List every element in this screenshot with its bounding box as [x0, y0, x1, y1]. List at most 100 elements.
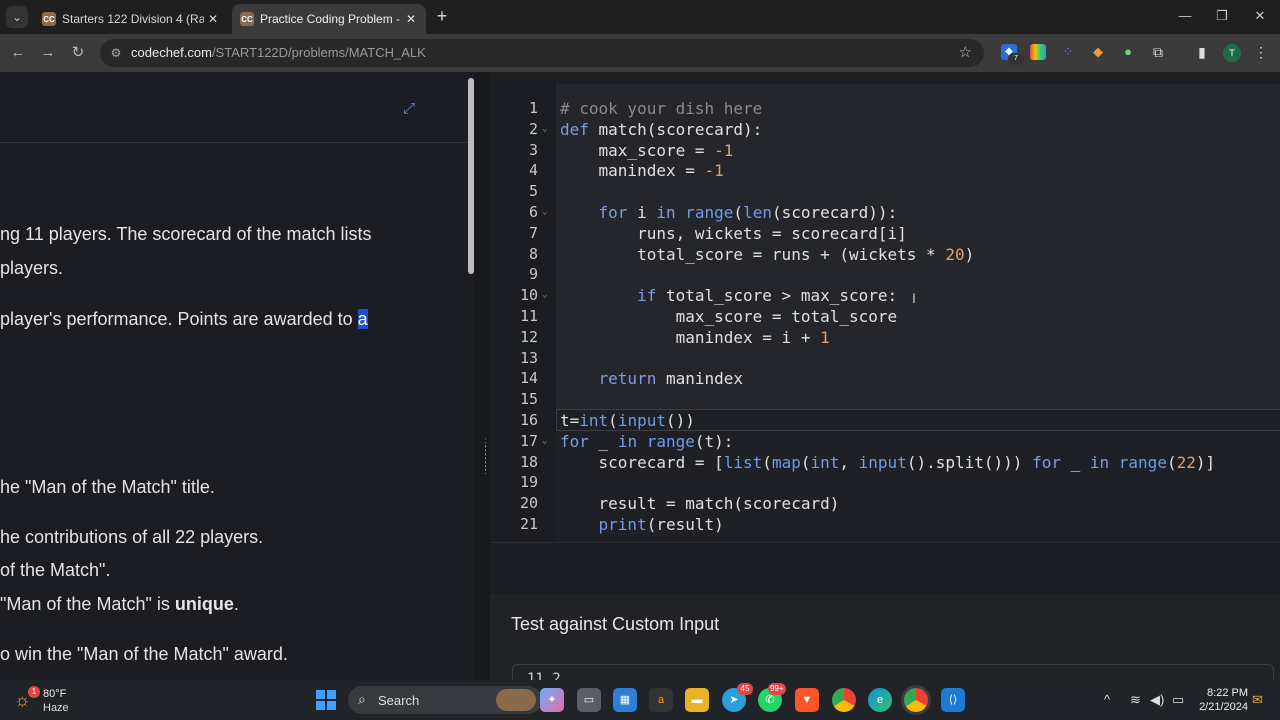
code-line[interactable]: 9	[490, 264, 1280, 285]
codechef-favicon-icon: CC	[42, 12, 56, 26]
code-text[interactable]: for _ in range(t):	[560, 431, 733, 452]
code-text[interactable]: t=int(input())	[560, 410, 695, 431]
line-number: 13	[519, 348, 538, 367]
close-tab-icon[interactable]: ✕	[402, 12, 420, 26]
code-line[interactable]: 6 ⌄ for i in range(len(scorecard)):	[490, 202, 1280, 223]
custom-input-textarea[interactable]: 11 2	[512, 664, 1274, 681]
wifi-icon[interactable]: ≋	[1130, 692, 1141, 708]
fold-chevron-icon[interactable]: ⌄	[542, 285, 552, 306]
code-line[interactable]: 14 return manindex	[490, 368, 1280, 389]
tab-practice-coding-problem[interactable]: CC Practice Coding Problem - CodeChef ✕	[232, 4, 426, 34]
code-editor[interactable]: 1 # cook your dish here 2 ⌄ def match(scorec…	[490, 80, 1280, 542]
code-line[interactable]: 20 result = match(scorecard)	[490, 493, 1280, 514]
code-line[interactable]: 21 print(result)	[490, 514, 1280, 535]
profile-avatar[interactable]: T	[1223, 44, 1241, 62]
volume-icon[interactable]: ◀)	[1150, 692, 1164, 708]
back-arrow-icon[interactable]: ←	[8, 43, 28, 63]
taskbar-clock[interactable]: 8:22 PM 2/21/2024	[1190, 686, 1248, 714]
url-text[interactable]: codechef.com/START122D/problems/MATCH_AL…	[131, 45, 426, 60]
extensions-puzzle-icon[interactable]: ⧉	[1150, 44, 1166, 60]
code-line[interactable]: 5	[490, 181, 1280, 202]
code-text[interactable]: print(result)	[560, 514, 724, 535]
code-line[interactable]: 2 ⌄ def match(scorecard):	[490, 119, 1280, 140]
notification-bell-icon[interactable]: ✉	[1252, 692, 1263, 708]
browser-menu-icon[interactable]: ⋮	[1253, 44, 1269, 60]
code-line[interactable]: 12 manindex = i + 1	[490, 327, 1280, 348]
code-text[interactable]: result = match(scorecard)	[560, 493, 840, 514]
show-hidden-icons-chevron-icon[interactable]: ^	[1104, 692, 1110, 707]
battery-icon[interactable]: ▭	[1172, 692, 1184, 708]
code-text[interactable]: manindex = -1	[560, 160, 724, 181]
code-line[interactable]: 17 ⌄ for _ in range(t):	[490, 431, 1280, 452]
url-host: codechef.com	[131, 45, 212, 60]
code-line[interactable]: 4 manindex = -1	[490, 160, 1280, 181]
edge-icon[interactable]: e	[868, 688, 892, 712]
color-extension-icon[interactable]	[1030, 44, 1046, 60]
code-line[interactable]: 15	[490, 389, 1280, 410]
minimize-window-button[interactable]: —	[1170, 6, 1200, 26]
resize-grip-icon[interactable]: ⋮ ⋮ ⋮ ⋮ ⋮ ⋮ ⋮ ⋮	[481, 438, 490, 480]
microsoft-store-icon[interactable]: ▦	[613, 688, 637, 712]
address-bar[interactable]: ⚙ codechef.com/START122D/problems/MATCH_…	[100, 39, 984, 67]
bookmark-star-icon[interactable]: ☆	[959, 43, 972, 61]
search-label: Search	[378, 693, 420, 708]
copilot-icon[interactable]: ✦	[540, 688, 564, 712]
code-text[interactable]: if total_score > max_score:	[560, 285, 897, 306]
line-number: 21	[519, 515, 538, 533]
code-line[interactable]: 7 runs, wickets = scorecard[i]	[490, 223, 1280, 244]
task-view-icon[interactable]: ▭	[577, 688, 601, 712]
code-text[interactable]: max_score = total_score	[560, 306, 898, 327]
clock-time: 8:22 PM	[1207, 687, 1248, 699]
code-line[interactable]: 11 max_score = total_score	[490, 306, 1280, 327]
forward-arrow-icon[interactable]: →	[38, 43, 58, 63]
leaf-extension-icon[interactable]: ●	[1120, 44, 1136, 60]
code-line[interactable]: 8 total_score = runs + (wickets * 20)	[490, 244, 1280, 265]
fold-chevron-icon[interactable]: ⌄	[542, 202, 552, 223]
line-number: 10	[519, 286, 538, 305]
dots-extension-icon[interactable]: ⁘	[1060, 44, 1076, 60]
site-info-icon[interactable]: ⚙	[108, 45, 124, 61]
metamask-fox-icon[interactable]: ◆	[1090, 44, 1106, 60]
taskbar-search[interactable]: ⌕ Search	[348, 686, 542, 714]
code-line[interactable]: 16 t=int(input())	[490, 410, 1280, 431]
code-text[interactable]: def match(scorecard):	[560, 119, 762, 140]
tab-search-chevron-icon[interactable]: ⌄	[6, 6, 28, 28]
chrome-active-icon[interactable]	[904, 688, 928, 712]
code-text[interactable]: manindex = i + 1	[560, 327, 830, 348]
maximize-window-button[interactable]: ❐	[1207, 6, 1237, 26]
problem-text-line: player's performance. Points are awarded…	[0, 309, 368, 330]
problem-text-bold: unique	[174, 594, 234, 614]
code-text[interactable]: for i in range(len(scorecard)):	[560, 202, 898, 223]
side-panel-icon[interactable]: ▮	[1194, 44, 1210, 60]
code-line[interactable]: 3 max_score = -1	[490, 140, 1280, 161]
code-text[interactable]: # cook your dish here	[560, 98, 762, 119]
code-line[interactable]: 18 scorecard = [list(map(int, input().sp…	[490, 452, 1280, 473]
editor-bottom-bar	[490, 542, 1280, 595]
tab-starters-122[interactable]: CC Starters 122 Division 4 (Rated) ✕	[34, 4, 228, 34]
expand-icon[interactable]: ⤢	[403, 100, 415, 117]
text-cursor-icon: I	[912, 290, 916, 306]
close-window-button[interactable]: ✕	[1245, 6, 1275, 26]
windows-start-icon[interactable]	[316, 690, 336, 710]
brave-icon[interactable]: ▼	[795, 688, 819, 712]
new-tab-button[interactable]: +	[432, 6, 452, 26]
vscode-icon[interactable]: ⟨⟩	[941, 688, 965, 712]
code-line[interactable]: 13	[490, 348, 1280, 369]
code-line[interactable]: 19	[490, 472, 1280, 493]
code-text[interactable]: return manindex	[560, 368, 744, 389]
panel-resize-divider[interactable]	[474, 72, 490, 680]
code-line[interactable]: 10 ⌄ if total_score > max_score:	[490, 285, 1280, 306]
fold-chevron-icon[interactable]: ⌄	[542, 119, 552, 140]
code-text[interactable]: total_score = runs + (wickets * 20)	[560, 244, 974, 265]
extension-badge: 7	[1008, 53, 1024, 65]
fold-chevron-icon[interactable]: ⌄	[542, 431, 552, 452]
reload-icon[interactable]: ↻	[68, 43, 88, 63]
code-text[interactable]: scorecard = [list(map(int, input().split…	[560, 452, 1216, 473]
close-tab-icon[interactable]: ✕	[204, 12, 222, 26]
code-line[interactable]: 1 # cook your dish here	[490, 98, 1280, 119]
code-text[interactable]: runs, wickets = scorecard[i]	[560, 223, 907, 244]
code-text[interactable]: max_score = -1	[560, 140, 734, 161]
amazon-icon[interactable]: a	[649, 688, 673, 712]
file-explorer-icon[interactable]: ▬	[685, 688, 709, 712]
chrome-icon[interactable]	[832, 688, 856, 712]
